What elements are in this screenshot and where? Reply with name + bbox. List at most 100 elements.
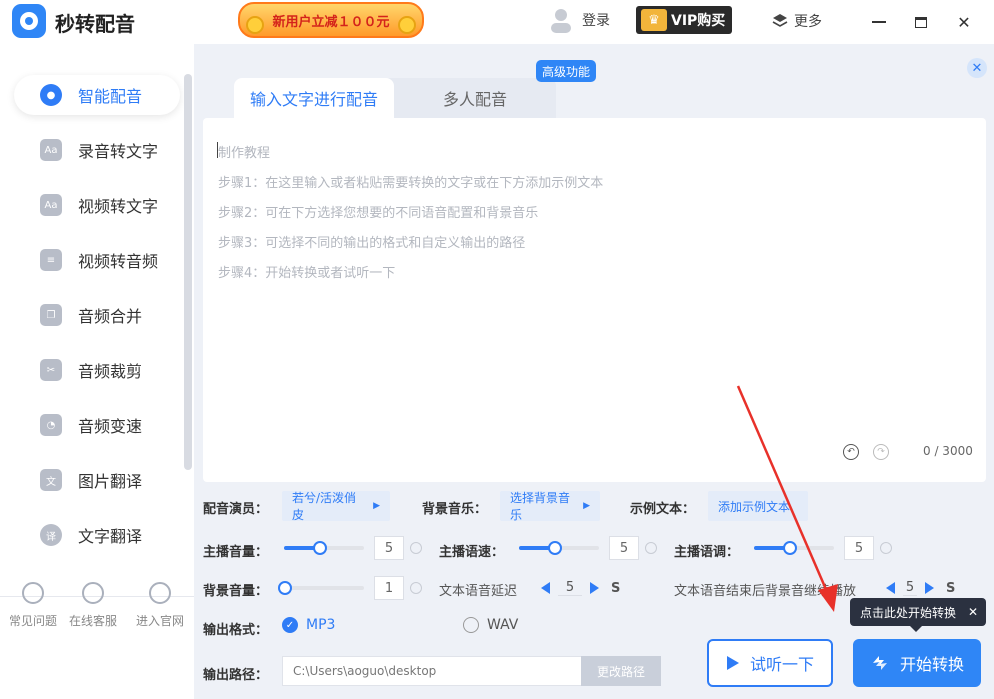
sidebar-item-audio-merge[interactable]: ❐ 音频合并 — [14, 295, 180, 335]
change-path-button[interactable]: 更改路径 — [581, 656, 661, 686]
question-icon — [22, 582, 44, 604]
globe-icon — [149, 582, 171, 604]
host-volume-value[interactable]: 5 — [374, 536, 404, 560]
tooltip-text: 点击此处开始转换 — [860, 605, 957, 620]
layers-icon — [772, 14, 788, 27]
bgm-continue-value: 5 — [903, 580, 917, 596]
translate-icon: 文 — [40, 469, 62, 491]
video-audio-icon: ≡ — [40, 249, 62, 271]
sidebar-item-label: 音频变速 — [78, 417, 143, 436]
sidebar-item-label: 文字翻译 — [78, 527, 143, 546]
sidebar-item-audio-cut[interactable]: ✂ 音频裁剪 — [14, 350, 180, 390]
text-delay-unit: S — [611, 580, 621, 596]
character-counter: 0 / 3000 — [923, 444, 973, 458]
voice-actor-value: 若兮/活泼俏皮 — [292, 491, 357, 522]
tab-multi-dubbing[interactable]: 多人配音 — [394, 78, 556, 118]
redo-icon[interactable]: ↷ — [873, 444, 889, 460]
sidebar-item-smart-dubbing[interactable]: ● 智能配音 — [14, 75, 180, 115]
reset-icon[interactable] — [410, 582, 422, 594]
minimize-button[interactable] — [867, 10, 891, 34]
voice-actor-label: 配音演员： — [203, 502, 269, 517]
caret-right-icon: ▶ — [373, 501, 380, 511]
sidebar-item-label: 视频转音频 — [78, 252, 159, 271]
more-button[interactable]: 更多 — [772, 11, 822, 31]
minimize-icon — [872, 21, 886, 23]
sidebar-item-video-to-audio[interactable]: ≡ 视频转音频 — [14, 240, 180, 280]
bgm-continue-unit: S — [946, 580, 956, 596]
sidebar-item-label: 音频合并 — [78, 307, 143, 326]
maximize-icon — [915, 16, 927, 28]
reset-icon[interactable] — [410, 542, 422, 554]
output-path-label: 输出路径： — [203, 668, 269, 683]
close-button[interactable]: ✕ — [952, 10, 976, 34]
headset-icon — [82, 582, 104, 604]
speed-gauge-icon: ◔ — [40, 414, 62, 436]
host-volume-slider[interactable] — [284, 541, 364, 555]
close-icon[interactable]: ✕ — [968, 605, 978, 619]
voice-actor-select[interactable]: 若兮/活泼俏皮 ▶ — [282, 491, 390, 522]
bgm-select[interactable]: 选择背景音乐 ▶ — [500, 491, 600, 522]
promo-banner[interactable]: 新用户立减１００元 — [238, 2, 424, 38]
text-delay-stepper[interactable]: 5 S — [541, 580, 620, 596]
close-icon: ✕ — [971, 60, 983, 76]
decrease-icon[interactable] — [886, 582, 895, 594]
sidebar-scrollbar[interactable] — [184, 74, 192, 470]
merge-icon: ❐ — [40, 304, 62, 326]
bg-volume-slider[interactable] — [278, 581, 364, 595]
reset-icon[interactable] — [645, 542, 657, 554]
bg-volume-value[interactable]: 1 — [374, 576, 404, 600]
text-delay-label: 文本语音延迟 — [439, 584, 518, 599]
reset-icon[interactable] — [880, 542, 892, 554]
official-site-label: 进入官网 — [135, 614, 184, 628]
editor-placeholder-step: 步骤2：可在下方选择您想要的不同语音配置和背景音乐 — [218, 206, 539, 221]
coin-icon — [398, 16, 416, 34]
text-editor[interactable]: 制作教程 步骤1：在这里输入或者粘贴需要转换的文字或在下方添加示例文本 步骤2：… — [203, 118, 986, 482]
format-wav-label: WAV — [487, 617, 519, 633]
editor-placeholder-step: 步骤1：在这里输入或者粘贴需要转换的文字或在下方添加示例文本 — [218, 176, 604, 191]
microphone-icon: ● — [40, 84, 62, 106]
sidebar-item-text-translate[interactable]: 译 文字翻译 — [14, 515, 180, 555]
slider-knob[interactable] — [313, 541, 327, 555]
listen-button[interactable]: 试听一下 — [707, 639, 833, 687]
faq-label: 常见问题 — [8, 614, 57, 628]
increase-icon[interactable] — [590, 582, 599, 594]
host-speed-value[interactable]: 5 — [609, 536, 639, 560]
output-path-input[interactable]: C:\Users\aoguo\desktop — [282, 656, 582, 686]
format-wav-radio[interactable]: WAV — [463, 617, 518, 633]
login-button[interactable]: 登录 — [550, 7, 610, 33]
format-mp3-radio[interactable]: ✓ MP3 — [282, 617, 335, 633]
maximize-button[interactable] — [909, 10, 933, 34]
sidebar-item-audio-speed[interactable]: ◔ 音频变速 — [14, 405, 180, 445]
user-icon — [551, 9, 571, 33]
check-icon: ✓ — [282, 617, 298, 633]
sidebar-item-label: 智能配音 — [78, 87, 143, 106]
radio-empty-icon — [463, 617, 479, 633]
start-convert-button[interactable]: 开始转换 — [853, 639, 981, 687]
host-speed-slider[interactable] — [519, 541, 599, 555]
online-service-link[interactable]: 在线客服 — [60, 582, 126, 629]
sidebar-item-recording-to-text[interactable]: Aa 录音转文字 — [14, 130, 180, 170]
format-mp3-label: MP3 — [306, 617, 336, 633]
more-label: 更多 — [794, 14, 822, 30]
decrease-icon[interactable] — [541, 582, 550, 594]
official-site-link[interactable]: 进入官网 — [127, 582, 193, 629]
sidebar-item-video-to-text[interactable]: Aa 视频转文字 — [14, 185, 180, 225]
text-bubble-icon: Aa — [40, 139, 62, 161]
bg-volume-label: 背景音量： — [203, 584, 269, 599]
slider-knob[interactable] — [548, 541, 562, 555]
online-service-label: 在线客服 — [68, 614, 117, 628]
slider-knob[interactable] — [278, 581, 292, 595]
bgm-continue-stepper[interactable]: 5 S — [886, 580, 955, 596]
start-tooltip: 点击此处开始转换 ✕ — [850, 598, 986, 632]
start-convert-label: 开始转换 — [899, 655, 964, 674]
pointer-arrow — [736, 385, 838, 612]
sidebar-item-label: 视频转文字 — [78, 197, 159, 216]
tab-text-dubbing[interactable]: 输入文字进行配音 — [234, 78, 394, 118]
increase-icon[interactable] — [925, 582, 934, 594]
video-text-icon: Aa — [40, 194, 62, 216]
sidebar-item-label: 音频裁剪 — [78, 362, 143, 381]
sidebar-item-image-translate[interactable]: 文 图片翻译 — [14, 460, 180, 500]
panel-close-button[interactable]: ✕ — [967, 58, 987, 78]
vip-button[interactable]: ♛ VIP购买 — [636, 6, 732, 34]
faq-link[interactable]: 常见问题 — [0, 582, 66, 629]
